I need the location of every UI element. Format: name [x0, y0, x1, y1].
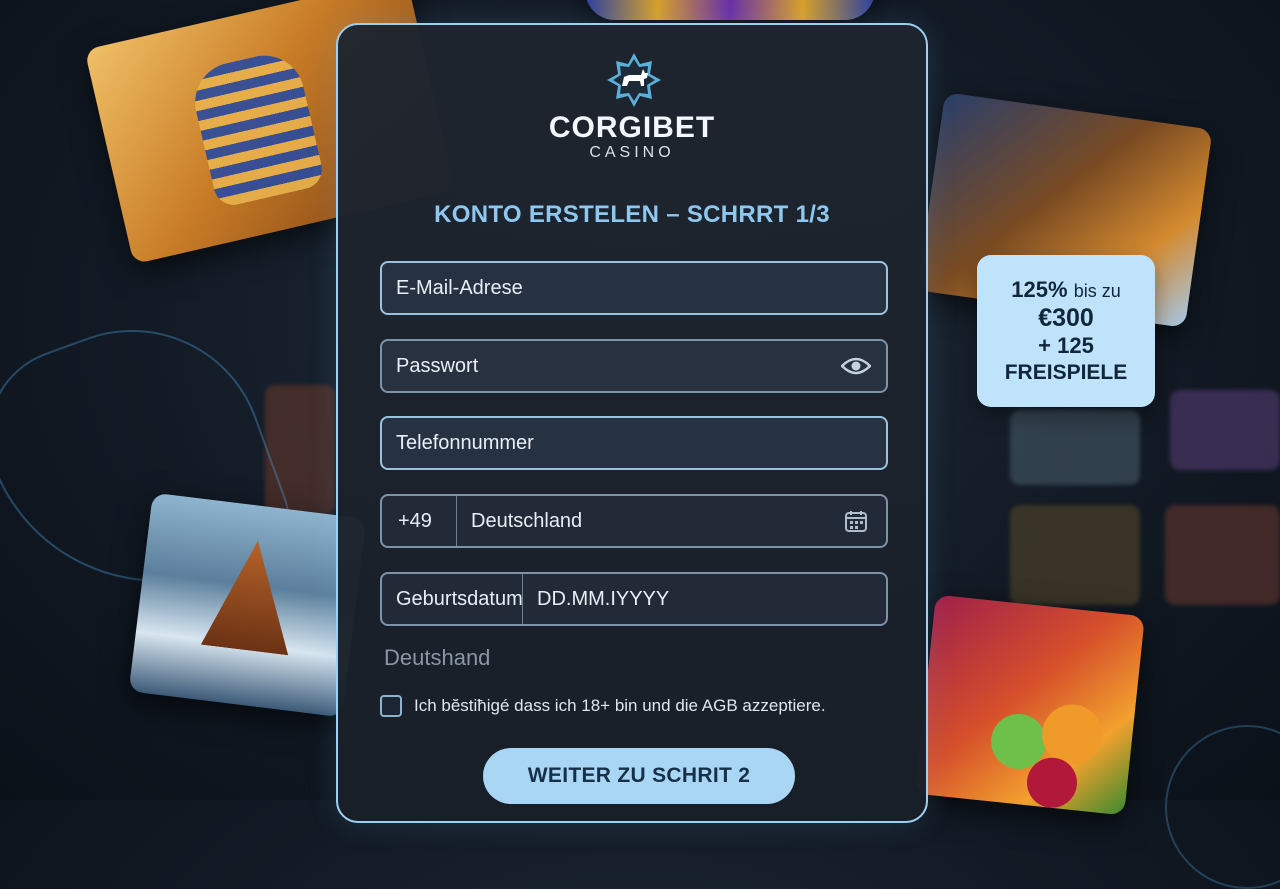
background-blurred-tile: [1010, 410, 1140, 485]
pharaoh-illustration: [187, 47, 326, 209]
gems-game-thumbnail: [585, 0, 875, 20]
next-step-button[interactable]: WEITER ZU SCHRIT 2: [483, 748, 795, 804]
terms-label: Ich bĕstiħigé dass ich 18+ bin und die A…: [414, 696, 826, 715]
promo-amount: €300: [1038, 304, 1094, 333]
registration-modal: CORGIBET CASINO KONTO ERSTELEN – SCHRRT …: [336, 23, 928, 823]
phone-placeholder: Telefonnummer: [396, 431, 534, 454]
promo-badge: 125% bis zu €300 + 125 FREISPIELE: [977, 255, 1155, 407]
brand-subtitle: CASINO: [589, 144, 675, 161]
pirate-ship-game-thumbnail: [128, 492, 367, 718]
birthdate-field[interactable]: Geburtsdatum DD.MM.IYYYY: [380, 572, 888, 626]
fruit-game-thumbnail: [915, 594, 1145, 816]
country-select[interactable]: +49 Deutschland: [380, 494, 888, 548]
promo-spins: + 125: [1038, 333, 1094, 359]
ship-illustration: [190, 534, 313, 657]
country-text: Deutshand: [384, 645, 491, 670]
country-value: Deutschland: [471, 509, 583, 532]
form-title: KONTO ERSTELEN – SCHRRT 1/3: [434, 201, 830, 228]
promo-line-percent: 125% bis zu: [977, 277, 1155, 303]
phone-field[interactable]: Telefonnummer: [380, 416, 888, 470]
email-placeholder: E-Mail-Adrese: [396, 276, 523, 299]
calendar-icon[interactable]: [840, 505, 872, 537]
password-field[interactable]: Passwort: [380, 339, 888, 393]
birthdate-label: Geburtsdatum: [382, 574, 523, 624]
background-blurred-tile: [1165, 505, 1280, 605]
promo-spins-label: FREISPIELE: [1004, 360, 1128, 384]
background-blurred-tile: [1170, 390, 1280, 470]
corgi-star-logo-icon: [607, 53, 661, 107]
eye-icon[interactable]: [840, 350, 872, 382]
country-code[interactable]: +49: [382, 496, 457, 546]
password-placeholder: Passwort: [396, 354, 479, 377]
promo-bis-zu: bis zu: [1073, 281, 1121, 302]
decorative-wave: [1165, 725, 1280, 889]
birthdate-placeholder: DD.MM.IYYYY: [537, 587, 670, 610]
terms-checkbox[interactable]: [380, 695, 402, 717]
email-field[interactable]: E-Mail-Adrese: [380, 261, 888, 315]
brand-name: CORGIBET: [548, 111, 716, 144]
terms-row: Ich bĕstiħigé dass ich 18+ bin und die A…: [380, 695, 826, 717]
promo-percent: 125%: [1011, 277, 1068, 303]
background-blurred-tile: [1010, 505, 1140, 605]
